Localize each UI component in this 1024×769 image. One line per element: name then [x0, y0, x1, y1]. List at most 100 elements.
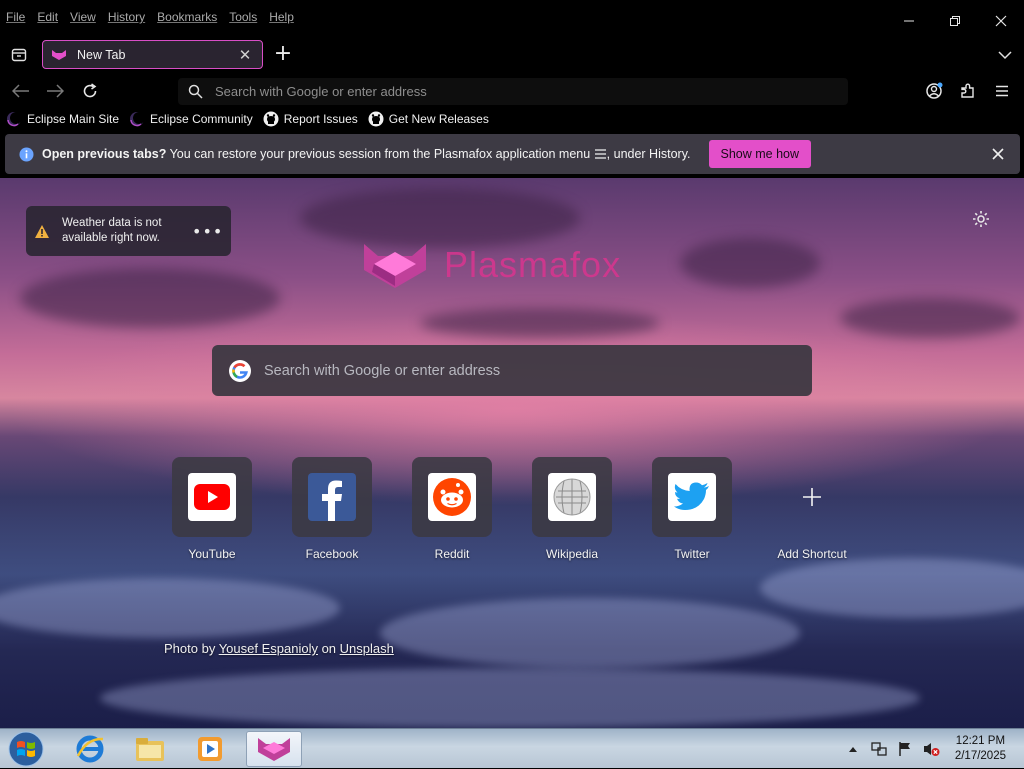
network-tray-button[interactable] — [869, 739, 889, 759]
tab-new-tab[interactable]: New Tab ✕ — [42, 40, 263, 69]
flag-icon — [899, 742, 910, 756]
menu-bookmarks[interactable]: Bookmarks — [157, 10, 217, 24]
account-button[interactable] — [921, 78, 947, 104]
system-clock[interactable]: 12:21 PM 2/17/2025 — [955, 734, 1006, 764]
add-shortcut-tile[interactable] — [772, 457, 852, 537]
nav-bar — [0, 74, 1024, 106]
shortcut-label: Twitter — [674, 547, 710, 561]
eclipse-icon — [6, 111, 22, 127]
shortcut-reddit[interactable]: Reddit — [412, 457, 492, 561]
extensions-button[interactable] — [955, 78, 981, 104]
system-tray: 12:21 PM 2/17/2025 — [843, 729, 1024, 769]
weather-widget: Weather data is not available right now.… — [26, 206, 231, 256]
notice-close-button[interactable] — [988, 144, 1008, 164]
network-icon — [871, 742, 887, 756]
taskbar-internet-explorer[interactable] — [62, 731, 118, 767]
reddit-icon — [428, 473, 476, 521]
shortcut-label: Wikipedia — [545, 547, 599, 561]
browser-window: File Edit View History Bookmarks Tools H… — [0, 0, 1024, 728]
back-button[interactable] — [8, 78, 34, 104]
reload-icon — [83, 83, 97, 98]
eclipse-icon — [129, 111, 146, 127]
menu-bar: File Edit View History Bookmarks Tools H… — [0, 0, 1024, 36]
clock-date: 2/17/2025 — [954, 750, 1006, 762]
background-wave — [760, 558, 1024, 618]
shortcut-add[interactable]: Add Shortcut — [772, 457, 852, 561]
plasmafox-logo-icon — [364, 244, 426, 288]
credit-prefix: Photo by — [164, 641, 219, 656]
notice-body-end: , under History. — [606, 147, 691, 161]
action-center-button[interactable] — [895, 739, 915, 759]
shortcut-tile[interactable] — [172, 457, 252, 537]
bookmark-label: Get New Releases — [388, 112, 489, 126]
chevron-up-icon — [848, 747, 857, 752]
plasmafox-taskbar-icon — [258, 738, 290, 761]
close-icon — [992, 148, 1004, 160]
forward-button[interactable] — [42, 78, 68, 104]
menu-history[interactable]: History — [108, 10, 145, 24]
top-sites: YouTube Facebook Reddit Wikipedia Twitte… — [172, 457, 892, 561]
shortcut-youtube[interactable]: YouTube — [172, 457, 252, 561]
new-tab-button[interactable]: + — [272, 43, 294, 66]
url-input[interactable] — [215, 84, 815, 99]
credit-mid: on — [317, 641, 340, 656]
taskbar-plasmafox[interactable] — [246, 731, 302, 767]
volume-tray-button[interactable] — [921, 739, 941, 759]
taskbar-media-player[interactable] — [182, 731, 238, 767]
chevron-down-icon — [998, 51, 1012, 60]
bookmark-label: Eclipse Main Site — [27, 112, 120, 126]
back-arrow-icon — [12, 84, 29, 98]
facebook-icon — [308, 473, 356, 521]
close-icon — [995, 15, 1007, 27]
tab-title: New Tab — [77, 47, 126, 62]
volume-muted-icon — [923, 743, 940, 756]
background-wave — [0, 578, 340, 638]
customize-button[interactable] — [972, 210, 992, 230]
shortcut-tile[interactable] — [532, 457, 612, 537]
reload-button[interactable] — [77, 78, 103, 104]
tab-close-icon[interactable]: ✕ — [236, 46, 254, 64]
bookmark-get-new-releases[interactable]: Get New Releases — [368, 111, 489, 127]
bookmark-eclipse-main-site[interactable]: Eclipse Main Site — [6, 111, 119, 127]
newtab-search-input[interactable] — [264, 362, 784, 379]
plasmafox-logo: Plasmafox — [362, 240, 662, 290]
photo-credit: Photo by Yousef Espanioly on Unsplash — [164, 641, 394, 656]
url-bar[interactable] — [178, 78, 848, 105]
restore-icon — [950, 16, 960, 26]
youtube-icon — [188, 473, 236, 521]
menu-help[interactable]: Help — [269, 10, 294, 24]
menu-edit[interactable]: Edit — [37, 10, 58, 24]
credit-site-link[interactable]: Unsplash — [340, 641, 394, 656]
background-cloud — [20, 268, 280, 328]
menu-view[interactable]: View — [70, 10, 96, 24]
show-hidden-icons-button[interactable] — [843, 739, 863, 759]
search-icon — [188, 84, 203, 99]
menu-tools[interactable]: Tools — [229, 10, 257, 24]
shortcut-twitter[interactable]: Twitter — [652, 457, 732, 561]
shortcut-tile[interactable] — [292, 457, 372, 537]
shortcut-wikipedia[interactable]: Wikipedia — [532, 457, 612, 561]
bookmark-report-issues[interactable]: Report Issues — [263, 111, 358, 127]
shortcut-tile[interactable] — [652, 457, 732, 537]
list-all-tabs-button[interactable] — [994, 44, 1016, 66]
account-icon — [926, 82, 943, 99]
background-wave — [100, 668, 920, 728]
bookmarks-toolbar: Eclipse Main Site Eclipse Community Repo… — [0, 107, 1024, 131]
firefox-view-button[interactable] — [6, 42, 32, 68]
shortcut-label: Add Shortcut — [777, 547, 847, 561]
weather-message: Weather data is not available right now. — [62, 217, 162, 244]
notice-bold: Open previous tabs? — [42, 147, 167, 161]
credit-author-link[interactable]: Yousef Espanioly — [219, 641, 318, 656]
show-me-how-button[interactable]: Show me how — [708, 140, 812, 168]
shortcut-facebook[interactable]: Facebook — [292, 457, 372, 561]
menu-file[interactable]: File — [6, 10, 25, 24]
newtab-search-box[interactable] — [212, 345, 812, 396]
taskbar-file-explorer[interactable] — [122, 731, 178, 767]
info-icon — [19, 147, 34, 161]
app-menu-button[interactable] — [989, 78, 1015, 104]
shortcut-tile[interactable] — [412, 457, 492, 537]
start-button[interactable] — [6, 731, 46, 767]
bookmark-label: Report Issues — [283, 112, 358, 126]
weather-more-button[interactable]: ••• — [192, 222, 223, 241]
bookmark-eclipse-community[interactable]: Eclipse Community — [129, 111, 253, 127]
